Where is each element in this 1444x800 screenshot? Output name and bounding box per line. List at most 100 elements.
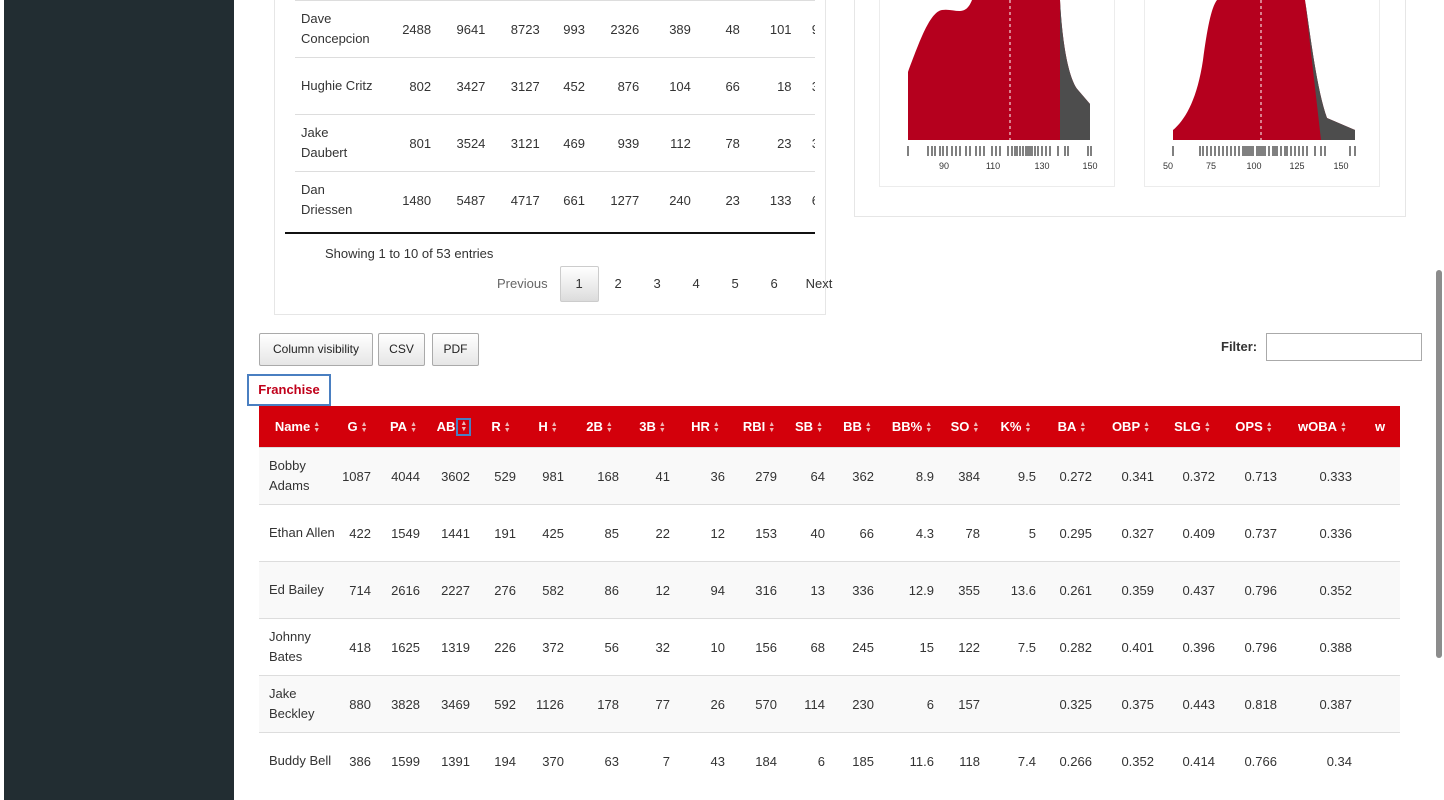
sort-arrows-icon[interactable]: ▲ ▼ [456,418,472,437]
stat-cell: 592 [478,675,524,733]
stat-cell: 6 [797,171,815,228]
stat-cell: 880 [336,675,379,733]
stat-cell: 101 [745,0,798,58]
stat-cell: 245 [833,618,882,676]
sort-arrows-icon[interactable]: ▲ ▼ [816,421,823,434]
column-header-3b[interactable]: 3B ▲ ▼ [627,406,678,448]
sort-arrows-icon[interactable]: ▲ ▼ [659,421,666,434]
sort-arrows-icon[interactable]: ▲ ▼ [768,421,775,434]
page-scrollbar[interactable] [1436,270,1442,658]
sort-arrows-icon[interactable]: ▲ ▼ [410,421,417,434]
column-header-woba[interactable]: wOBA ▲ ▼ [1285,406,1360,448]
column-header-pa[interactable]: PA ▲ ▼ [379,406,428,448]
stat-cell: 0.409 [1162,504,1223,562]
stat-cell: 2616 [379,561,428,619]
column-header-so[interactable]: SO ▲ ▼ [942,406,988,448]
stat-cell: 9 [797,0,815,58]
pager-previous-button[interactable]: Previous [485,267,560,301]
column-header-bb-pct[interactable]: BB% ▲ ▼ [882,406,942,448]
column-header-bb[interactable]: BB ▲ ▼ [833,406,882,448]
sort-arrows-icon[interactable]: ▲ ▼ [504,421,511,434]
pager-page-3[interactable]: 3 [638,267,677,301]
column-header-obp[interactable]: OBP ▲ ▼ [1100,406,1162,448]
stat-cell: 0.333 [1285,447,1360,505]
top-table-row: Hughie Critz8023427312745287610466183 [295,57,815,115]
player-name-cell: Dave Concepcion [295,0,383,58]
stat-cell: 86 [572,561,627,619]
stat-cell: 0.443 [1162,675,1223,733]
sort-arrows-icon[interactable]: ▲ ▼ [1143,421,1150,434]
stat-cell: 94 [678,561,733,619]
sort-arrows-icon[interactable]: ▲ ▼ [313,421,320,434]
sort-arrows-icon[interactable]: ▲ ▼ [551,421,558,434]
stat-cell: 66 [833,504,882,562]
franchise-tab[interactable]: Franchise [247,374,331,406]
pager-page-6[interactable]: 6 [755,267,794,301]
column-visibility-button[interactable]: Column visibility [259,333,373,366]
pdf-button[interactable]: PDF [432,333,479,366]
stat-cell: 0.341 [1100,447,1162,505]
sort-arrows-icon[interactable]: ▲ ▼ [361,421,368,434]
stat-cell: 0.737 [1223,504,1285,562]
sort-arrows-icon[interactable]: ▲ ▼ [865,421,872,434]
csv-button[interactable]: CSV [378,333,425,366]
sort-arrows-icon[interactable]: ▲ ▼ [1204,421,1211,434]
pager-page-2[interactable]: 2 [599,267,638,301]
column-header-rbi[interactable]: RBI ▲ ▼ [733,406,785,448]
column-header-h[interactable]: H ▲ ▼ [524,406,572,448]
stat-cell: 2326 [590,0,646,58]
stat-cell: 661 [545,171,591,228]
column-header-k-pct[interactable]: K% ▲ ▼ [988,406,1044,448]
pager-next-button[interactable]: Next [794,267,845,301]
density-plot-right-svg: 50 75 100 125 150 [1163,0,1356,171]
column-header-g[interactable]: G ▲ ▼ [336,406,379,448]
column-header-ab[interactable]: AB ▲ ▼ [428,406,478,448]
column-header-r[interactable]: R ▲ ▼ [478,406,524,448]
column-header-ba[interactable]: BA ▲ ▼ [1044,406,1100,448]
sort-arrows-icon[interactable]: ▲ ▼ [1266,421,1273,434]
stat-cell: 276 [478,561,524,619]
stat-cell: 3469 [428,675,478,733]
pager-page-4[interactable]: 4 [677,267,716,301]
sort-arrows-icon[interactable]: ▲ ▼ [1079,421,1086,434]
column-header-w[interactable]: w [1360,406,1400,448]
column-header-ops[interactable]: OPS ▲ ▼ [1223,406,1285,448]
stat-cell: 168 [572,447,627,505]
stat-cell: 7 [627,732,678,789]
column-header-hr[interactable]: HR ▲ ▼ [678,406,733,448]
stat-cell: 22 [627,504,678,562]
stat-cell: 13 [785,561,833,619]
sort-arrows-icon[interactable]: ▲ ▼ [713,421,720,434]
stat-cell: 64 [785,447,833,505]
column-header-2b[interactable]: 2B ▲ ▼ [572,406,627,448]
sort-arrows-icon[interactable]: ▲ ▼ [972,421,979,434]
stat-cell: 0.401 [1100,618,1162,676]
sort-arrows-icon[interactable]: ▲ ▼ [925,421,932,434]
column-header-slg[interactable]: SLG ▲ ▼ [1162,406,1223,448]
player-name-cell: Johnny Bates [259,618,336,676]
stat-cell [1360,732,1400,789]
column-header-label: w [1374,419,1386,434]
stat-cell: 0.359 [1100,561,1162,619]
stat-cell: 85 [572,504,627,562]
top-table-row: Jake Daubert8013524312146993911278233 [295,114,815,172]
filter-input[interactable] [1266,333,1422,361]
pagination: Previous 1 2 3 4 5 6 Next [485,266,845,302]
stat-cell: 336 [833,561,882,619]
pager-page-1[interactable]: 1 [559,266,599,302]
sort-arrows-icon[interactable]: ▲ ▼ [1025,421,1032,434]
column-header-name[interactable]: Name ▲ ▼ [259,406,336,448]
table-row: Ethan Allen 422 1549 1441 191 425 85 22 12 153 40 6… [259,504,1400,562]
column-header-sb[interactable]: SB ▲ ▼ [785,406,833,448]
sort-arrows-icon[interactable]: ▲ ▼ [1340,421,1347,434]
stat-cell: 3 [797,114,815,172]
player-name-cell: Dan Driessen [295,171,383,228]
sort-arrows-icon[interactable]: ▲ ▼ [606,421,613,434]
pager-page-5[interactable]: 5 [716,267,755,301]
stat-cell: 2488 [382,0,438,58]
stat-cell: 9641 [437,0,492,58]
tick-right-150: 150 [1333,161,1348,171]
stat-cell: 191 [478,504,524,562]
stat-cell: 6 [785,732,833,789]
stat-cell: 0.336 [1285,504,1360,562]
